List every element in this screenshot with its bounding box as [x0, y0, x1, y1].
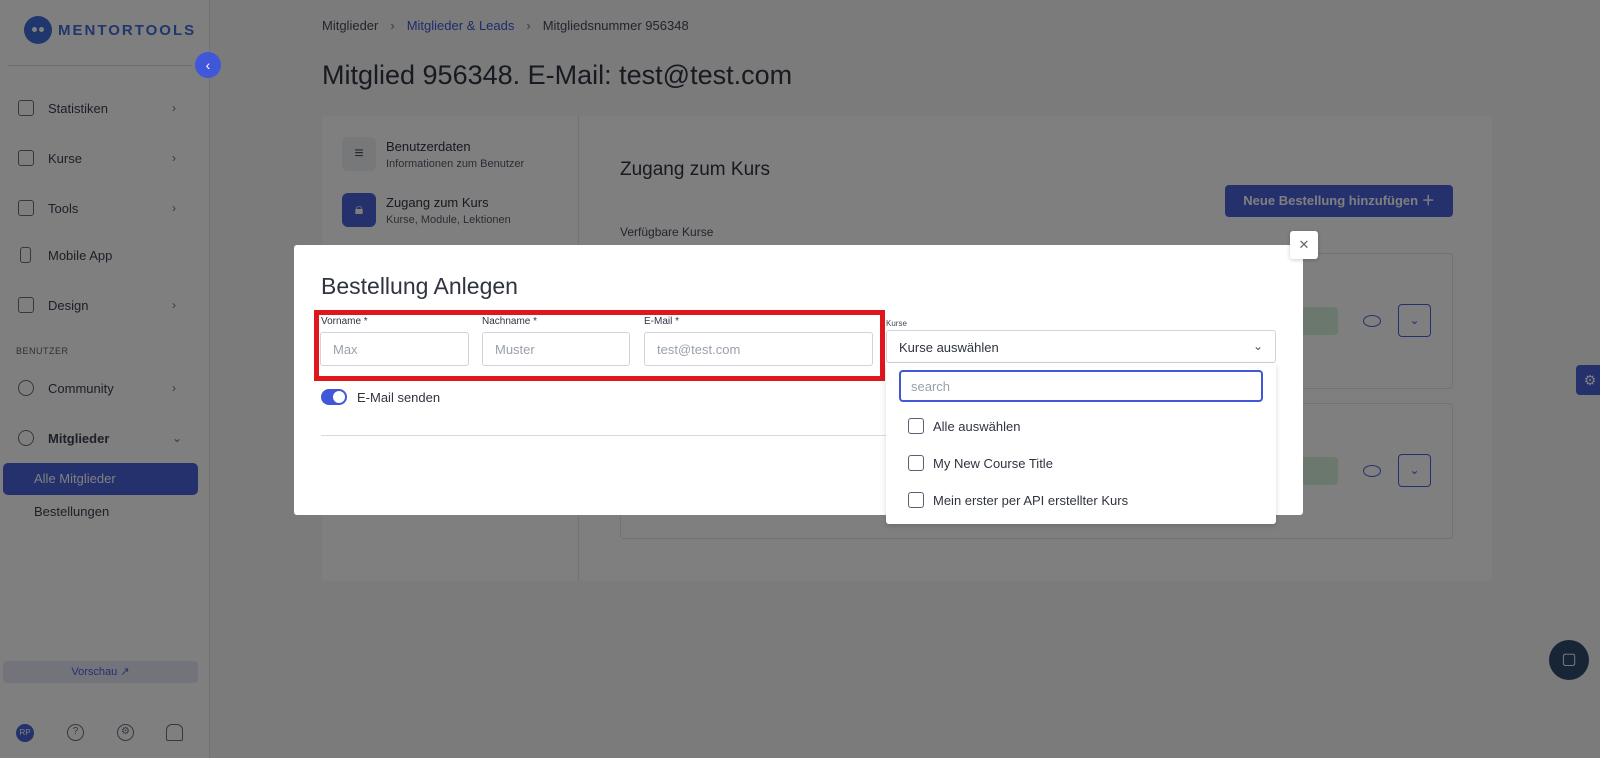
option-course[interactable]: Mein erster per API erstellter Kurs	[908, 492, 1128, 508]
option-label: My New Course Title	[933, 455, 1053, 471]
send-email-label: E-Mail senden	[357, 390, 441, 405]
checkbox[interactable]	[908, 418, 924, 434]
option-label: Alle auswählen	[933, 418, 1021, 434]
collapse-sidebar-button[interactable]: ‹	[195, 52, 221, 78]
divider	[321, 435, 886, 436]
chevron-down-icon: ⌄	[1252, 339, 1263, 353]
checkbox[interactable]	[908, 492, 924, 508]
courses-select-value: Kurse auswählen	[899, 340, 999, 355]
search-input[interactable]: search	[899, 370, 1263, 402]
option-select-all[interactable]: Alle auswählen	[908, 418, 1020, 434]
courses-select[interactable]: Kurse auswählen ⌄	[886, 330, 1276, 363]
highlight-box	[314, 310, 885, 381]
modal-title: Bestellung Anlegen	[321, 273, 518, 299]
send-email-toggle[interactable]	[321, 389, 347, 405]
courses-label: Kurse	[886, 319, 907, 328]
option-course[interactable]: My New Course Title	[908, 455, 1053, 471]
close-icon[interactable]: ✕	[1290, 231, 1318, 259]
option-label: Mein erster per API erstellter Kurs	[933, 492, 1129, 508]
checkbox[interactable]	[908, 455, 924, 471]
